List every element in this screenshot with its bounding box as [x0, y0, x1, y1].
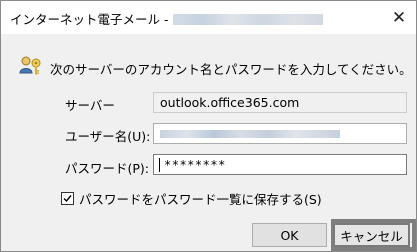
save-password-option[interactable]: パスワードをパスワード一覧に保存する(S): [61, 189, 322, 208]
password-field[interactable]: ********: [153, 154, 407, 175]
key-person-icon: [19, 56, 41, 75]
ok-button[interactable]: OK: [252, 223, 327, 247]
cancel-button[interactable]: キャンセル: [333, 223, 410, 247]
checkmark-icon: [63, 195, 72, 203]
redacted-username: [160, 130, 340, 138]
username-field[interactable]: [153, 123, 407, 144]
username-label: ユーザー名(U):: [65, 129, 151, 144]
prompt-text: 次のサーバーのアカウント名とパスワードを入力してください。: [50, 62, 412, 77]
ok-button-label: OK: [280, 227, 299, 243]
redacted-account: [172, 14, 323, 25]
close-button[interactable]: ✕: [382, 1, 416, 34]
title-bar: インターネット電子メール - ✕: [1, 1, 416, 34]
text-caret: [159, 158, 160, 172]
dialog-title: インターネット電子メール -: [10, 9, 323, 28]
server-field: outlook.office365.com: [153, 92, 407, 113]
credentials-dialog: インターネット電子メール - ✕ 次のサーバーのアカウント名とパスワードを入力し…: [0, 0, 417, 252]
server-label: サーバー: [65, 98, 115, 113]
save-password-checkbox[interactable]: [61, 192, 74, 205]
save-password-label: パスワードをパスワード一覧に保存する(S): [79, 192, 322, 207]
dialog-title-text: インターネット電子メール -: [10, 12, 169, 27]
password-label: パスワード(P):: [65, 161, 150, 176]
close-icon: ✕: [391, 7, 407, 28]
cancel-button-label: キャンセル: [340, 228, 403, 244]
server-value: outlook.office365.com: [160, 95, 300, 110]
password-value: ********: [164, 158, 226, 172]
